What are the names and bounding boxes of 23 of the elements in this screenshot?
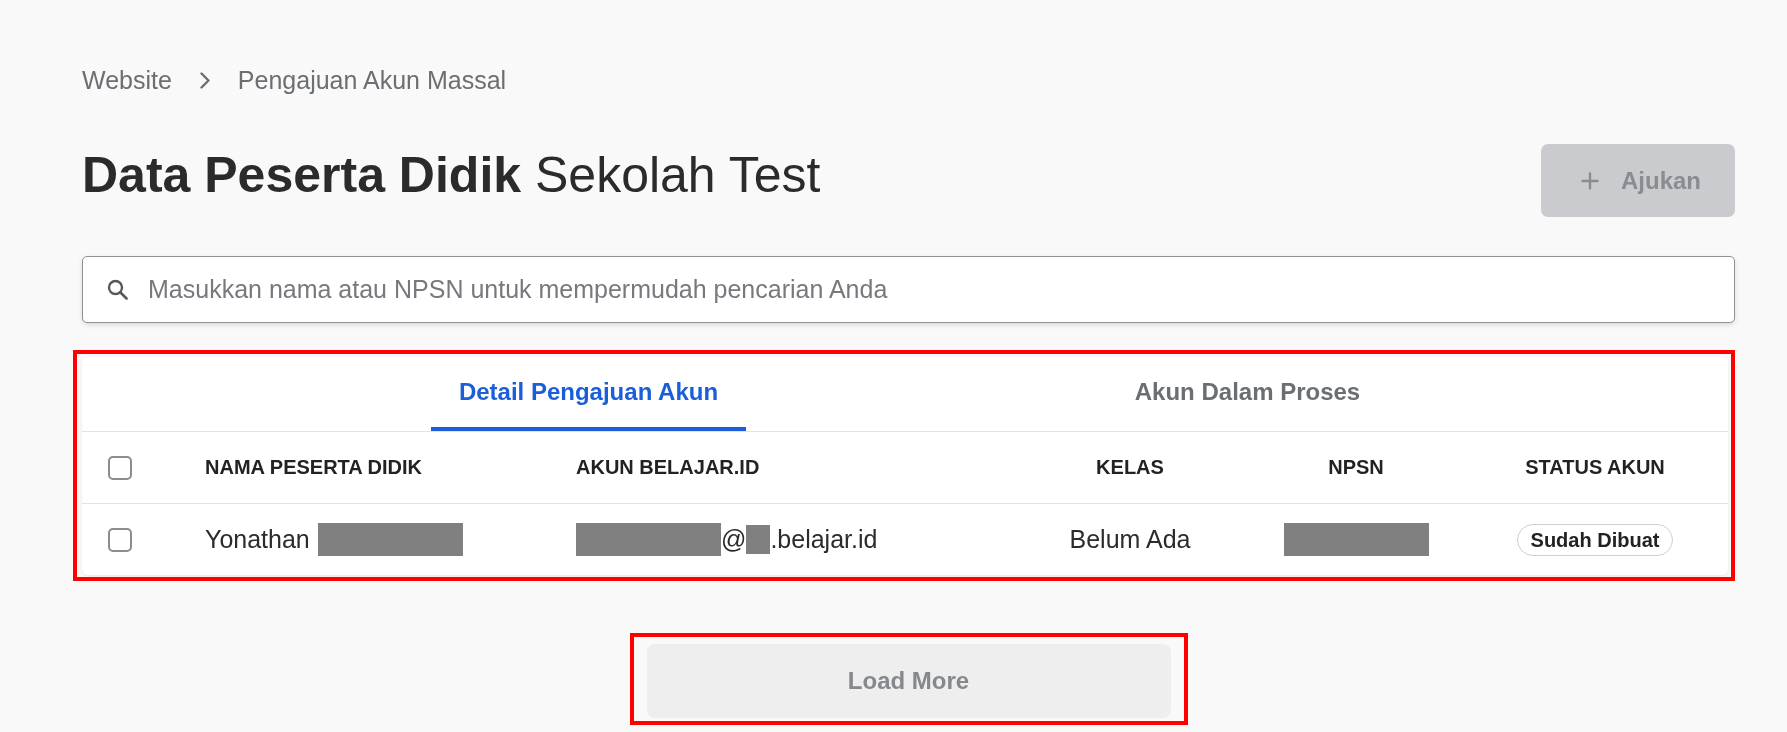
search-field[interactable]: Masukkan nama atau NPSN untuk mempermudah pencarian Anda [82,256,1735,323]
column-header: AKUN BELAJAR.ID [576,456,760,479]
tab[interactable]: Detail Pengajuan Akun [431,357,746,431]
class-text: Belum Ada [1069,525,1191,554]
breadcrumb-current: Pengajuan Akun Massal [237,65,507,95]
search-input[interactable]: Masukkan nama atau NPSN untuk mempermudah pencarian Anda [148,273,1714,306]
student-name: Yonathan [205,525,310,554]
column-header: NAMA PESERTA DIDIK [205,456,423,479]
redaction-block [746,525,771,554]
column-header: STATUS AKUN [1525,456,1665,479]
breadcrumb-link[interactable]: Website [82,65,172,95]
column-header: KELAS [1096,456,1164,479]
page-title: Data Peserta Didik Sekolah Test [82,145,821,205]
checkbox[interactable] [108,527,132,552]
chevron-right-icon [199,71,210,89]
status-badge: Sudah Dibuat [1516,523,1674,556]
email-text: @ [721,525,747,554]
column-header: NPSN [1328,456,1384,479]
tab[interactable]: Akun Dalam Proses [1090,357,1405,431]
checkbox[interactable] [108,455,132,480]
plus-icon [1581,171,1599,190]
email-text: .belajar.id [770,525,878,554]
search-icon [107,279,128,300]
